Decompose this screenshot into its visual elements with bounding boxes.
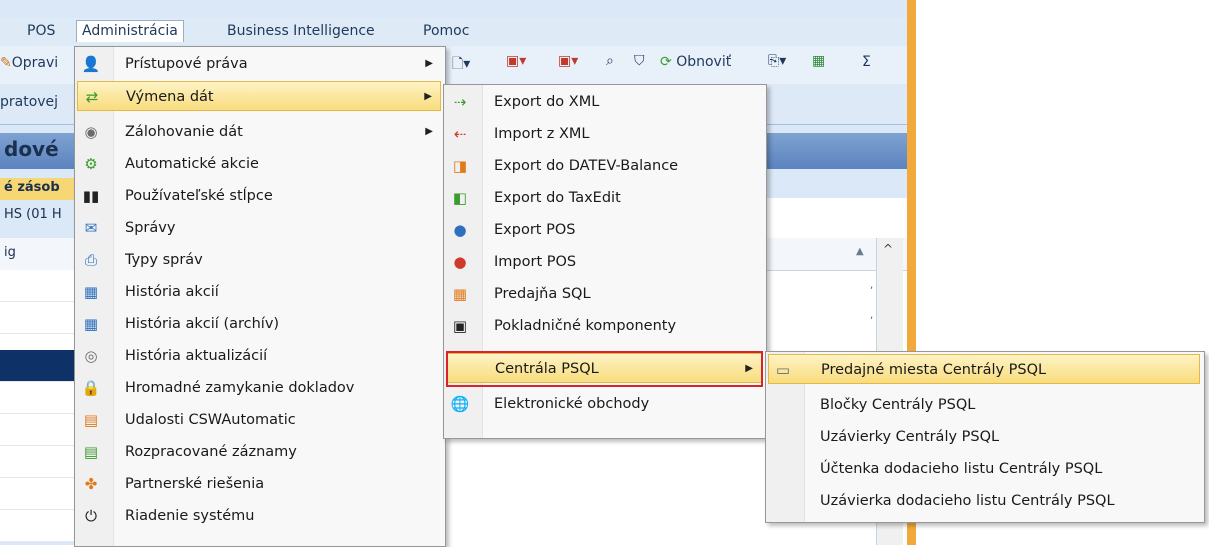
administracia-menu: 👤 Prístupové práva ▶ ⇄ Výmena dát ▶ ◉ Zá… <box>74 46 446 547</box>
menu-item-vymena-dat[interactable]: ⇄ Výmena dát ▶ <box>77 81 441 111</box>
sum-icon[interactable]: Σ <box>862 54 871 70</box>
power-icon: ⏻ <box>85 507 97 525</box>
pos-import-icon: ● <box>453 253 467 271</box>
submenu-arrow-icon: ▶ <box>425 58 433 69</box>
submenu-arrow-icon: ▶ <box>424 91 432 102</box>
menu-item-pouzivatelske-stlpce[interactable]: ▮▮ Používateľské stĺpce <box>77 181 441 211</box>
menu-item-uzavierky[interactable]: Uzávierky Centrály PSQL <box>768 422 1200 452</box>
print-preview-icon[interactable]: 🗋▾ <box>452 53 470 77</box>
menu-item-zalohovanie-dat[interactable]: ◉ Zálohovanie dát ▶ <box>77 117 441 147</box>
menu-item-rozpracovane-zaznamy[interactable]: ▤ Rozpracované záznamy <box>77 437 441 467</box>
sort-ascending-icon[interactable]: ▲ <box>856 246 864 257</box>
filter-band-label: é zásob <box>4 180 60 195</box>
menu-item-historia-akcii-archiv[interactable]: ▦ História akcií (archív) <box>77 309 441 339</box>
backup-icon: ◉ <box>84 123 98 141</box>
edit-button[interactable]: ✎Opravi <box>0 55 58 71</box>
annotation-highlight-box <box>446 351 763 387</box>
history-icon: ▦ <box>83 283 99 301</box>
grid-column-header[interactable]: ig <box>4 245 16 260</box>
menu-item-export-do-xml[interactable]: ⇢ Export do XML <box>446 87 762 117</box>
menu-item-predajna-sql[interactable]: ▦ Predajňa SQL <box>446 279 762 309</box>
xml-import-icon: ⇠ <box>453 125 467 143</box>
draft-records-icon: ▤ <box>83 443 99 461</box>
menu-item-historia-aktualizacii[interactable]: ◎ História aktualizácií <box>77 341 441 371</box>
xml-export-icon: ⇢ <box>453 93 467 111</box>
menu-item-hromadne-zamykanie[interactable]: 🔒 Hromadné zamykanie dokladov <box>77 373 441 403</box>
folder-icon: ▭ <box>775 361 791 379</box>
events-icon: ▤ <box>83 411 99 429</box>
filter-band: é zásob <box>0 178 80 200</box>
menu-item-historia-akcii[interactable]: ▦ História akcií <box>77 277 441 307</box>
scroll-up-icon[interactable]: ^ <box>883 242 893 256</box>
refresh-button[interactable]: ⟳ Obnoviť <box>660 54 731 70</box>
attachment-icon[interactable]: ⎘▾ <box>768 53 786 69</box>
menu-item-export-datev[interactable]: ◨ Export do DATEV-Balance <box>446 151 762 181</box>
lock-docs-icon: 🔒 <box>81 379 101 397</box>
menu-pomoc[interactable]: Pomoc <box>418 21 474 42</box>
menu-item-elektronicke-obchody[interactable]: 🌐 Elektronické obchody <box>446 389 762 419</box>
refresh-icon: ⟳ <box>660 54 672 70</box>
menu-administracia[interactable]: Administrácia <box>76 20 184 42</box>
centrala-psql-submenu: ▭ Predajné miesta Centrály PSQL Bločky C… <box>765 351 1205 523</box>
toolbar2-fragment: pratovej <box>0 94 59 110</box>
menu-item-import-pos[interactable]: ● Import POS <box>446 247 762 277</box>
columns-icon: ▮▮ <box>82 187 100 205</box>
menu-item-uzavierka-dodacieho-listu[interactable]: Uzávierka dodacieho listu Centrály PSQL <box>768 486 1200 516</box>
menu-item-automaticke-akcie[interactable]: ⚙ Automatické akcie <box>77 149 441 179</box>
message-types-icon: ⎙ <box>84 251 97 269</box>
menu-pos[interactable]: POS <box>22 21 60 42</box>
menu-item-export-pos[interactable]: ● Export POS <box>446 215 762 245</box>
menu-bar: POS Administrácia Business Intelligence … <box>0 18 907 45</box>
cell-marker: , <box>870 280 874 291</box>
excel-icon[interactable]: ▦ <box>812 53 825 69</box>
cash-register-icon: ▣ <box>452 317 468 335</box>
submenu-arrow-icon: ▶ <box>425 126 433 137</box>
menu-item-typy-sprav[interactable]: ⎙ Typy správ <box>77 245 441 275</box>
update-history-icon: ◎ <box>84 347 98 365</box>
menu-item-partnerske-riesenia[interactable]: ✤ Partnerské riešenia <box>77 469 441 499</box>
store-sql-icon: ▦ <box>452 285 468 303</box>
partners-icon: ✤ <box>84 475 98 493</box>
eshop-icon: 🌐 <box>450 395 470 413</box>
pencil-icon: ✎ <box>0 55 12 71</box>
menu-item-spravy[interactable]: ✉ Správy <box>77 213 441 243</box>
history-archive-icon: ▦ <box>83 315 99 333</box>
exchange-icon: ⇄ <box>85 88 99 106</box>
filter-icon[interactable]: ⛉ <box>634 53 645 69</box>
user-key-icon: 👤 <box>81 55 101 73</box>
menu-item-udalosti-cswautomatic[interactable]: ▤ Udalosti CSWAutomatic <box>77 405 441 435</box>
cell-marker: , <box>870 310 874 321</box>
pos-export-icon: ● <box>453 221 467 239</box>
menu-item-pristupove-prava[interactable]: 👤 Prístupové práva ▶ <box>77 49 441 79</box>
menu-item-pokladnicne-komponenty[interactable]: ▣ Pokladničné komponenty <box>446 311 762 341</box>
section-title: dové <box>4 137 59 161</box>
taxedit-icon: ◧ <box>452 189 468 207</box>
datev-icon: ◨ <box>452 157 468 175</box>
menu-item-blocky[interactable]: Bločky Centrály PSQL <box>768 390 1200 420</box>
menu-item-uctenka-dodacieho-listu[interactable]: Účtenka dodacieho listu Centrály PSQL <box>768 454 1200 484</box>
menu-item-predajne-miesta[interactable]: ▭ Predajné miesta Centrály PSQL <box>768 354 1200 384</box>
menu-item-import-z-xml[interactable]: ⇠ Import z XML <box>446 119 762 149</box>
menu-item-export-taxedit[interactable]: ◧ Export do TaxEdit <box>446 183 762 213</box>
pdf-icon[interactable]: ▣▾ <box>506 53 526 69</box>
menu-item-riadenie-systemu[interactable]: ⏻ Riadenie systému <box>77 501 441 531</box>
message-icon: ✉ <box>84 219 98 237</box>
pdf-mail-icon[interactable]: ▣▾ <box>558 53 578 69</box>
menu-business-intelligence[interactable]: Business Intelligence <box>222 21 380 42</box>
hs-label: HS (01 H <box>4 207 62 222</box>
auto-action-icon: ⚙ <box>84 155 98 173</box>
search-icon[interactable]: ⌕ <box>606 53 614 69</box>
